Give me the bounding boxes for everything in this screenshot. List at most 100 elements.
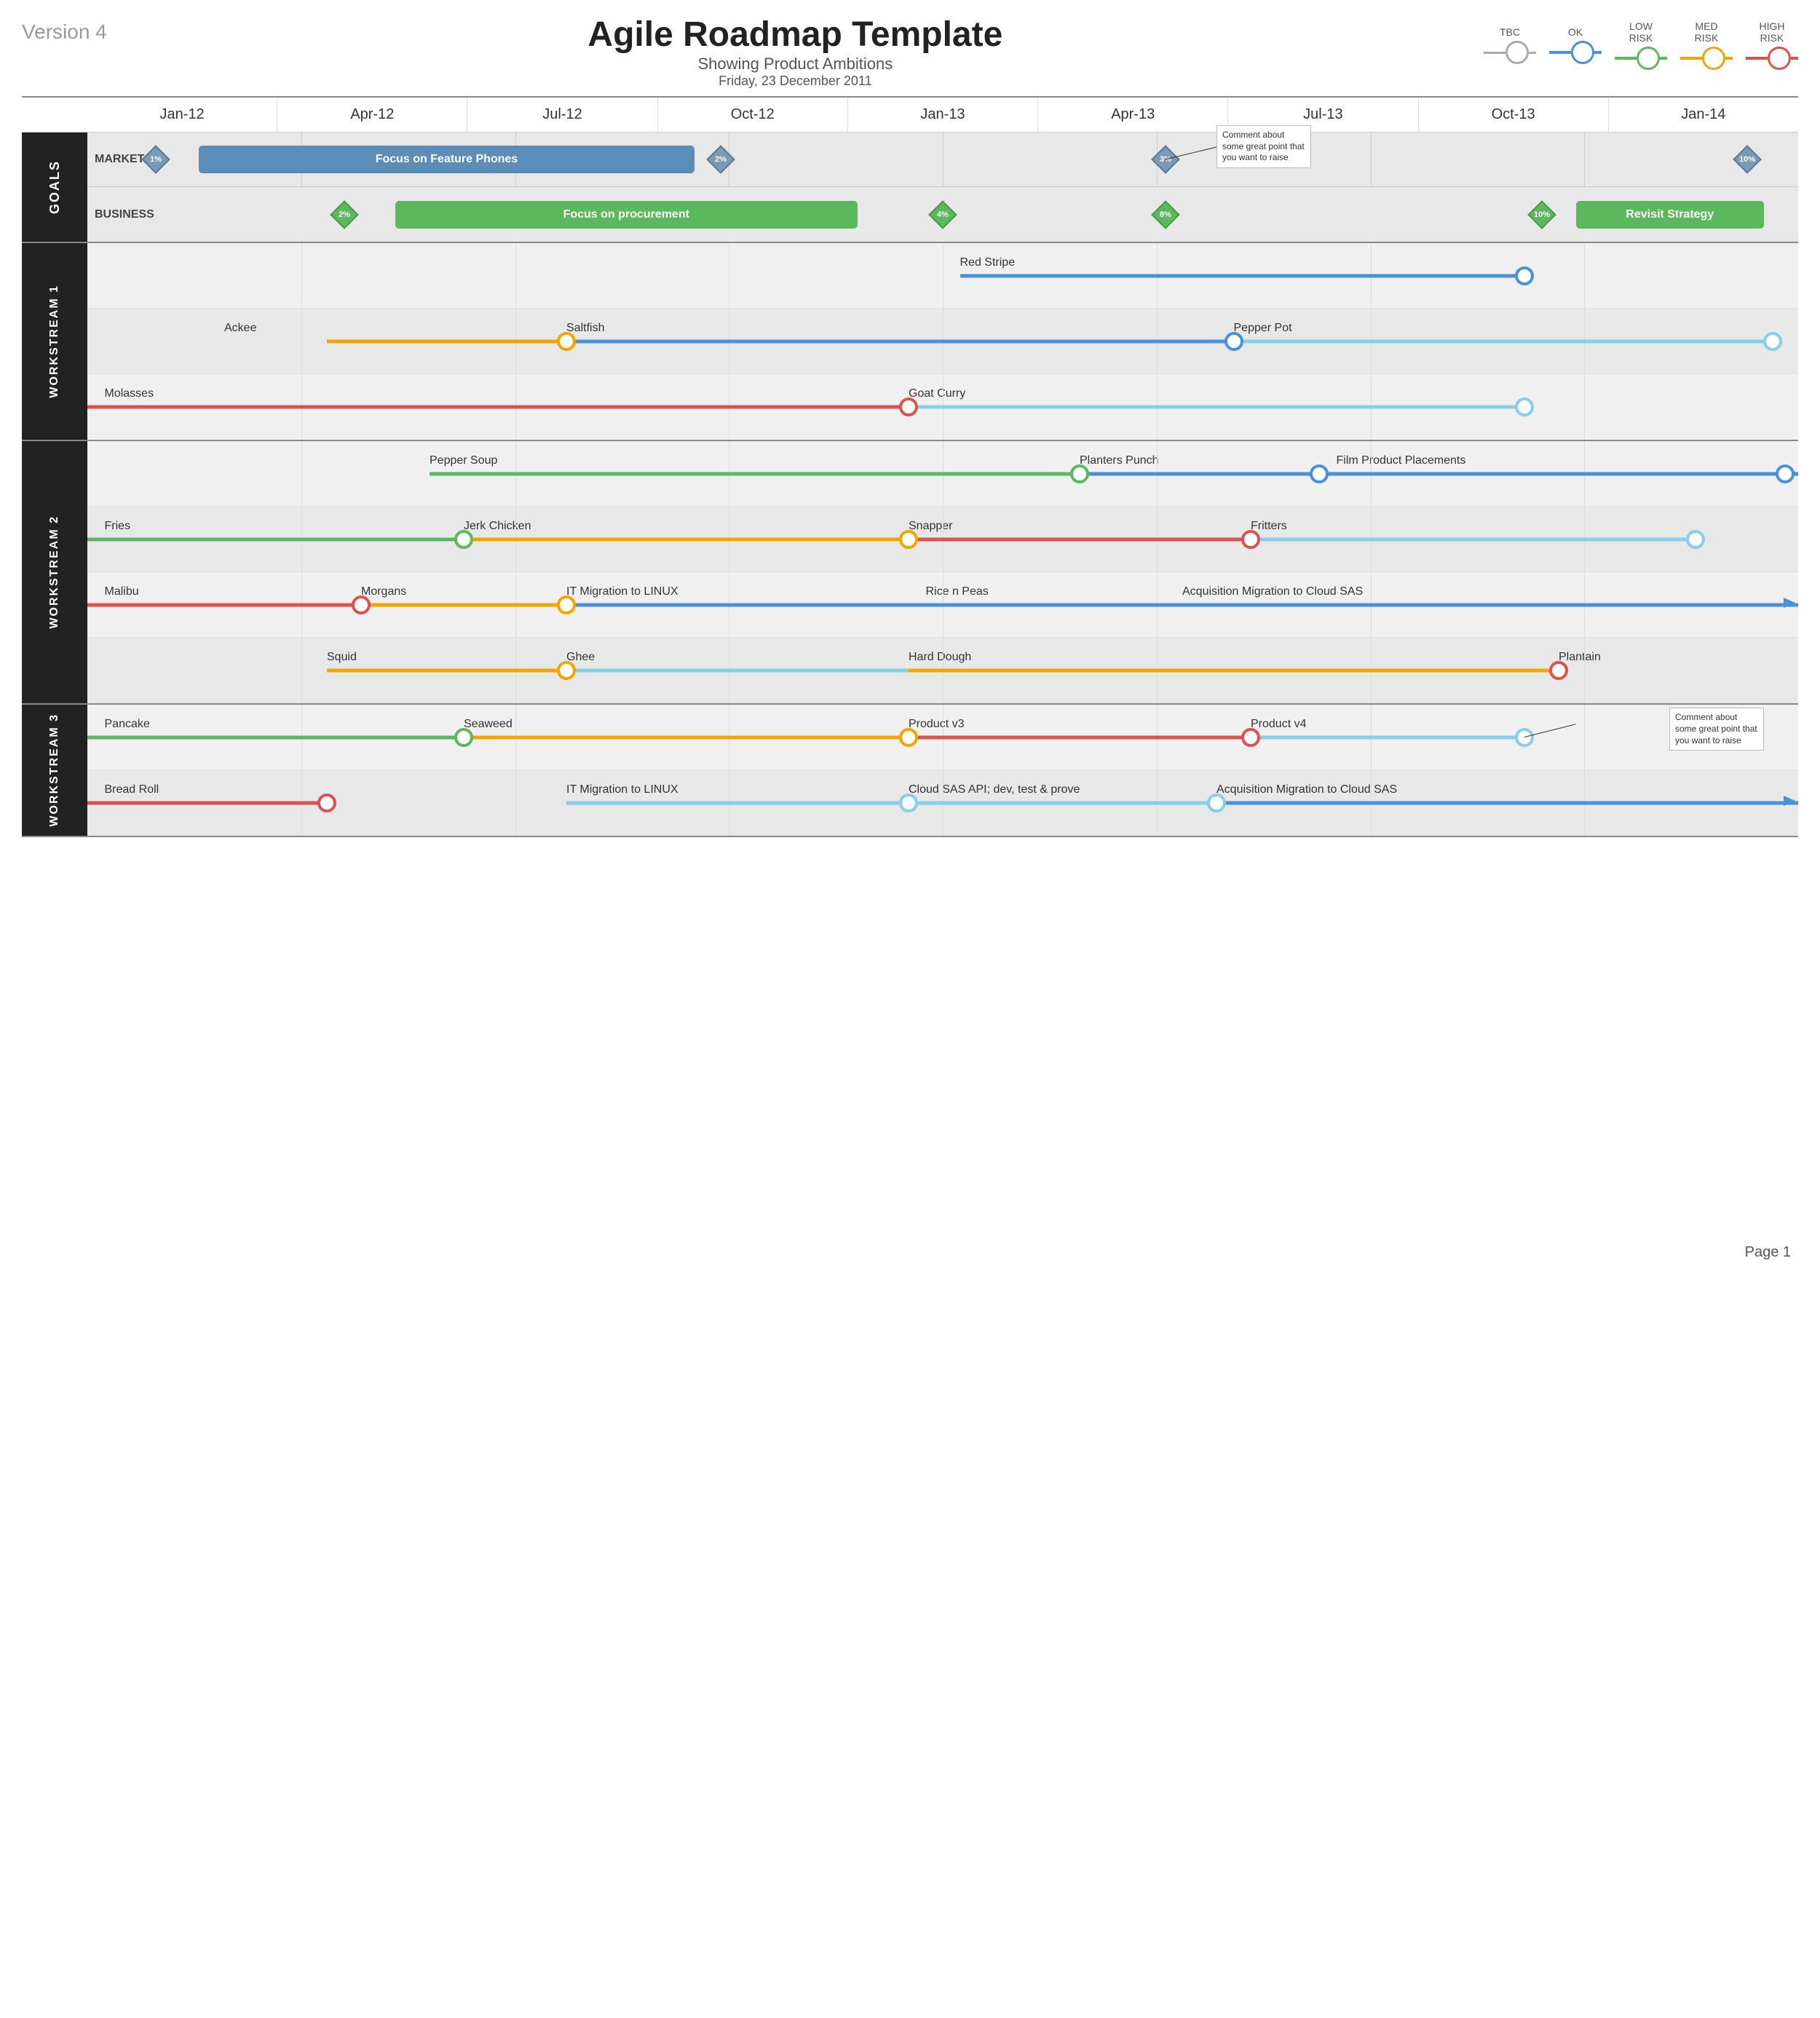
acq-ws3-line	[1216, 802, 1798, 805]
peppersoup-line	[430, 472, 1080, 475]
timeline-header: Jan-12 Apr-12 Jul-12 Oct-12 Jan-13 Apr-1…	[22, 98, 1798, 132]
legend-high-risk: HIGHRISK	[1746, 20, 1798, 70]
ws3-label: WORKSTREAM 3	[48, 713, 61, 827]
workstream1-section: WORKSTREAM 1 Red Stripe	[22, 243, 1798, 441]
acq-ws3-ep	[1207, 794, 1226, 812]
breadroll-ep	[317, 794, 336, 812]
jerk-line	[464, 537, 909, 541]
legend-tbc-label: TBC	[1500, 26, 1520, 38]
legend-high-risk-label: HIGHRISK	[1760, 20, 1785, 44]
snapper-ep	[1241, 530, 1260, 549]
acq-ws2-label: Acquisition Migration to Cloud SAS	[1182, 585, 1363, 598]
squid-ep	[557, 661, 576, 680]
ws2-grid6	[1371, 441, 1372, 703]
fries-label: Fries	[105, 520, 131, 533]
focus-feature-phones-btn[interactable]: Focus on Feature Phones	[199, 146, 695, 173]
grid-line-7	[1584, 132, 1585, 186]
jerk-label: Jerk Chicken	[464, 520, 531, 533]
fritters-ep	[1686, 530, 1705, 549]
diamond-market-10pct-label: 10%	[1738, 155, 1754, 164]
ws1-grid1	[301, 243, 302, 440]
ws3-grid6	[1371, 705, 1372, 836]
harddough-line	[909, 669, 1559, 673]
legend-low-risk-label: LOWRISK	[1629, 20, 1653, 44]
fries-line	[87, 537, 464, 541]
title-block: Agile Roadmap Template Showing Product A…	[107, 15, 1484, 89]
legend-ok-label: OK	[1568, 26, 1583, 38]
workstream3-section: WORKSTREAM 3 Pancake Seaweed	[22, 705, 1798, 837]
timeline-cols: Jan-12 Apr-12 Jul-12 Oct-12 Jan-13 Apr-1…	[87, 98, 1798, 132]
ws2-label-col: WORKSTREAM 2	[22, 441, 87, 703]
time-col-jan12: Jan-12	[87, 98, 277, 132]
itlinux-ws2-label: IT Migration to LINUX	[566, 585, 678, 598]
pancake-label: Pancake	[105, 718, 150, 731]
focus-procurement-btn[interactable]: Focus on procurement	[395, 201, 858, 229]
diamond-biz-2pct: 2%	[330, 200, 359, 229]
legend-med-risk-label: MEDRISK	[1695, 20, 1719, 44]
market-label: MARKET	[95, 153, 144, 166]
ackee-ep	[557, 332, 576, 351]
molasses-label: Molasses	[105, 387, 154, 400]
fries-ep	[454, 530, 473, 549]
diamond-biz-10pct: 10%	[1527, 200, 1556, 229]
footer: Page 1	[1745, 1244, 1791, 1261]
goatcurry-ep	[1515, 397, 1534, 416]
ws3-content: Pancake Seaweed Product v3 Product v4 Co…	[87, 705, 1798, 836]
seaweed-ep	[899, 728, 918, 747]
ws3-grid1	[301, 705, 302, 836]
time-col-oct13: Oct-13	[1418, 98, 1608, 132]
planters-label: Planters Punch	[1080, 454, 1159, 467]
ackee-label: Ackee	[224, 322, 256, 335]
prodv3-line	[909, 735, 1251, 739]
ws3-grid2	[515, 705, 516, 836]
goals-market-row: MARKET 1% Focus on Feature Phones	[87, 132, 1798, 187]
planters-line	[1080, 472, 1319, 475]
page-number: Page 1	[1745, 1244, 1791, 1260]
film-ep	[1776, 464, 1795, 483]
ws1-label: WORKSTREAM 1	[48, 285, 61, 398]
diamond-market-2pct-label: 2%	[715, 155, 727, 164]
ws3-grid7	[1584, 705, 1585, 836]
peppersoup-ep	[1070, 464, 1089, 483]
squid-line	[327, 669, 566, 673]
redstripe-ep	[1515, 266, 1534, 285]
itlinux-ws3-label: IT Migration to LINUX	[566, 783, 678, 796]
goals-section: GOALS MARKET 1%	[22, 132, 1798, 243]
grid-line-6	[1371, 132, 1372, 186]
goatcurry-label: Goat Curry	[909, 387, 965, 400]
diamond-biz-8pct-label: 8%	[1160, 210, 1171, 219]
time-col-jul12: Jul-12	[467, 98, 657, 132]
diamond-biz-4pct: 4%	[928, 200, 957, 229]
revisit-strategy-btn[interactable]: Revisit Strategy	[1576, 201, 1765, 229]
diamond-market-10pct: 10%	[1733, 145, 1762, 174]
snapper-label: Snapper	[909, 520, 953, 533]
seaweed-label: Seaweed	[464, 718, 513, 731]
pancake-line	[87, 735, 464, 739]
redstripe-label: Red Stripe	[960, 256, 1016, 269]
ws2-grid1	[301, 441, 302, 703]
saltfish-label: Saltfish	[566, 322, 604, 335]
breadroll-label: Bread Roll	[105, 783, 159, 796]
ws3-grid5	[1157, 705, 1158, 836]
pepperpot-ep	[1763, 332, 1782, 351]
pepperpot-line	[1234, 339, 1765, 343]
redstripe-line	[960, 274, 1525, 277]
prodv4-ep	[1515, 728, 1534, 747]
malibu-ep	[352, 595, 371, 614]
plantain-label: Plantain	[1559, 651, 1601, 664]
acq-ws3-arrow	[1784, 796, 1798, 810]
prodv4-line	[1251, 735, 1524, 739]
goals-label-col: GOALS	[22, 132, 87, 242]
diamond-market-3pct: 3%	[1151, 145, 1180, 174]
pepperpot-label: Pepper Pot	[1234, 322, 1292, 335]
plantain-ep	[1549, 661, 1568, 680]
business-label: BUSINESS	[95, 208, 154, 221]
workstream2-section: WORKSTREAM 2 Pepper Soup Plan	[22, 441, 1798, 705]
date-label: Friday, 23 December 2011	[107, 74, 1484, 89]
ws2-grid2	[515, 441, 516, 703]
diamond-biz-2pct-label: 2%	[339, 210, 350, 219]
ws2-label: WORKSTREAM 2	[48, 515, 61, 629]
goals-business-row: BUSINESS 2% Focus on procurement 4% 8%	[87, 187, 1798, 242]
itlinux-line	[566, 603, 1798, 606]
time-col-apr12: Apr-12	[277, 98, 467, 132]
